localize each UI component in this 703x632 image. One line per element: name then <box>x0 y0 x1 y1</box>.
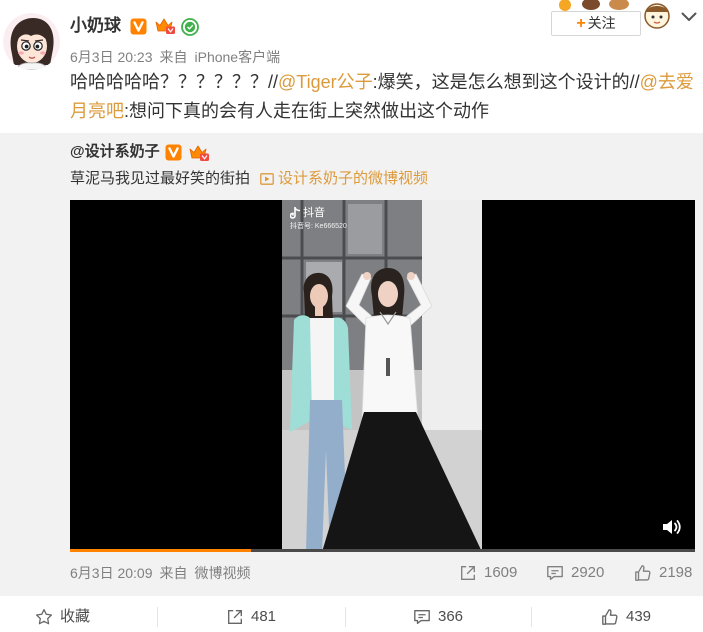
chevron-down-icon[interactable] <box>681 12 697 22</box>
repost-like-button[interactable]: 2198 <box>634 563 692 583</box>
post-text-segment: :想问下真的会有人走在街上突然做出这个动作 <box>124 101 489 121</box>
repost-source-link[interactable]: 微博视频 <box>195 565 251 581</box>
video-player[interactable]: 抖音 抖音号: Ke666520 <box>70 200 695 552</box>
source-prefix: 来自 <box>159 49 188 65</box>
watermark-logo-row: 抖音 <box>290 206 347 220</box>
source-prefix: 来自 <box>159 565 188 581</box>
repost-text-row: 草泥马我见过最好笑的街拍 设计系奶子的微博视频 <box>70 169 428 189</box>
repost-card: @设计系奶子 草泥马我见过最好笑的街拍 设计系奶子的微博视频 抖音 抖音号: K… <box>0 133 703 596</box>
follow-label: 关注 <box>587 15 616 31</box>
verified-v-icon[interactable] <box>130 18 147 35</box>
like-count: 439 <box>626 608 652 625</box>
post-date-link[interactable]: 6月3日 20:23 <box>70 49 153 65</box>
forward-icon <box>226 608 251 626</box>
comment-count: 2920 <box>571 564 605 581</box>
collect-button[interactable]: 收藏 <box>35 607 90 627</box>
post-text: 哈哈哈哈哈？？？？？？//@Tiger公子:爆笑，这是怎么想到这个设计的//@去… <box>70 68 698 126</box>
music-note-icon <box>290 207 303 219</box>
watermark-brand: 抖音 <box>303 207 325 219</box>
author-avatar[interactable] <box>3 13 60 70</box>
like-icon <box>601 608 626 626</box>
star-icon <box>35 608 60 626</box>
forward-icon <box>459 564 484 582</box>
forward-count: 1609 <box>484 564 518 581</box>
action-bar: 收藏 481 366 439 <box>0 597 703 632</box>
vip-icon[interactable] <box>154 16 176 35</box>
repost-author-row: @设计系奶子 <box>70 142 210 162</box>
action-divider <box>345 607 346 627</box>
video-source-link[interactable]: 设计系奶子的微博视频 <box>278 169 428 189</box>
repost-author-name[interactable]: @设计系奶子 <box>70 142 160 162</box>
vip-icon[interactable] <box>188 143 210 162</box>
follow-button[interactable]: + 关注 <box>551 11 641 36</box>
repost-text: 草泥马我见过最好笑的街拍 <box>70 170 251 187</box>
comment-button[interactable]: 366 <box>413 607 463 627</box>
volume-icon[interactable] <box>661 517 683 537</box>
video-progress-bar[interactable] <box>70 549 695 552</box>
comment-icon <box>413 608 438 626</box>
repost-forward-button[interactable]: 1609 <box>459 563 517 583</box>
verified-v-icon[interactable] <box>165 144 182 161</box>
forward-count: 481 <box>251 608 277 625</box>
plus-icon: + <box>576 15 586 32</box>
repost-date-link[interactable]: 6月3日 20:09 <box>70 565 153 581</box>
action-divider <box>157 607 158 627</box>
watermark-account: 抖音号: Ke666520 <box>290 223 347 230</box>
post-meta: 6月3日 20:23 来自 iPhone客户端 <box>70 48 287 66</box>
post-text-segment: :爆笑，这是怎么想到这个设计的// <box>372 72 640 92</box>
video-watermark: 抖音 抖音号: Ke666520 <box>290 206 347 232</box>
post-text-segment: 哈哈哈哈哈？？？？？？// <box>70 72 279 92</box>
mention-link-tiger[interactable]: @Tiger公子 <box>278 72 373 92</box>
like-icon <box>634 564 659 582</box>
video-frame[interactable] <box>282 200 482 552</box>
collect-label: 收藏 <box>60 608 91 625</box>
repost-comment-button[interactable]: 2920 <box>546 563 604 583</box>
like-count: 2198 <box>659 564 693 581</box>
video-progress-fill <box>70 549 252 552</box>
comment-icon <box>546 564 571 582</box>
author-name[interactable]: 小奶球 <box>70 14 121 38</box>
action-divider <box>531 607 532 627</box>
green-check-icon[interactable] <box>181 18 199 36</box>
post-source-link[interactable]: iPhone客户端 <box>195 49 281 65</box>
comment-count: 366 <box>438 608 464 625</box>
forward-button[interactable]: 481 <box>226 607 276 627</box>
like-button[interactable]: 439 <box>601 607 651 627</box>
video-icon[interactable] <box>260 173 274 185</box>
repost-meta: 6月3日 20:09 来自 微博视频 <box>70 564 258 582</box>
post-header: 小奶球 6月3日 20:23 来自 iPhone客户端 + 关注 <box>0 0 703 70</box>
